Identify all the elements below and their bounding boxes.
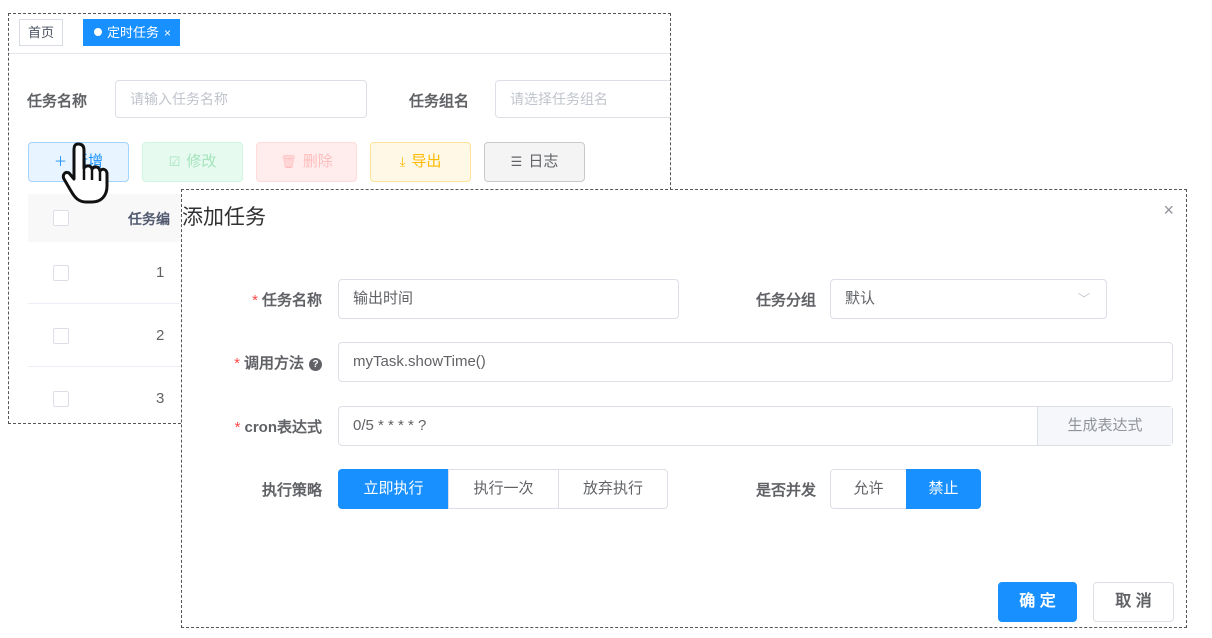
required-mark: * [234,419,241,436]
row-checkbox[interactable] [53,328,69,344]
cancel-button[interactable]: 取 消 [1093,582,1174,622]
export-button-label: 导出 [411,153,442,170]
concurrent-label-text: 是否并发 [755,482,816,499]
task-name-value: 输出时间 [353,290,414,307]
export-button[interactable]: ⤓ 导出 [370,142,471,182]
cron-expression-input[interactable]: 0/5 * * * * ? 生成表达式 [338,406,1173,446]
task-name-label: * 任务名称 [222,289,322,310]
invoke-target-label: * 调用方法? [202,352,322,373]
policy-immediate-radio[interactable]: 立即执行 [338,469,449,509]
invoke-target-input[interactable]: myTask.showTime() [338,342,1173,382]
search-task-group-label: 任务组名 [409,93,470,110]
tab-active-label: 定时任务 [107,25,160,40]
row-checkbox[interactable] [53,391,69,407]
task-group-label: 任务分组 [716,289,816,310]
log-button[interactable]: ☰ 日志 [484,142,585,182]
chevron-down-icon: ﹀ [1077,292,1090,306]
log-button-label: 日志 [528,153,559,170]
task-group-select[interactable]: 默认 ﹀ [830,279,1107,319]
cron-label-text: cron表达式 [244,419,322,436]
tags-view-bar: 首页 定时任务 × [9,14,670,54]
cron-label: * cron表达式 [202,416,322,437]
task-group-label-text: 任务分组 [755,292,816,309]
generate-cron-button[interactable]: 生成表达式 [1037,407,1172,445]
invoke-target-label-text: 调用方法 [243,355,304,372]
tab-close-icon[interactable]: × [164,26,171,40]
search-task-name-input[interactable]: 请输入任务名称 [115,80,367,118]
close-icon[interactable]: × [1163,200,1174,221]
concurrent-label: 是否并发 [716,479,816,500]
misfire-policy-label-text: 执行策略 [261,482,322,499]
edit-icon: ☑ [168,154,181,169]
required-mark: * [234,355,240,372]
tab-home-label: 首页 [28,25,55,40]
table-header-id: 任务编 [128,211,170,227]
hand-pointer-icon [61,142,109,204]
invoke-target-value: myTask.showTime() [353,353,486,370]
confirm-button[interactable]: 确 定 [998,582,1077,622]
trash-icon: 🗑 [280,154,297,169]
delete-button-label: 删除 [302,153,333,170]
sliders-icon: ☰ [510,154,523,169]
delete-button[interactable]: 🗑 删除 [256,142,357,182]
edit-button[interactable]: ☑ 修改 [142,142,243,182]
required-mark: * [252,292,258,309]
select-all-checkbox[interactable] [53,210,69,226]
task-group-value: 默认 [845,290,876,307]
dialog-title: 添加任务 [182,206,266,229]
row-checkbox[interactable] [53,265,69,281]
concurrent-allow-radio[interactable]: 允许 [830,469,907,509]
tab-scheduled-jobs[interactable]: 定时任务 × [83,19,181,46]
cron-expression-value: 0/5 * * * * ? [353,417,427,434]
active-dot-icon [94,28,102,36]
row-id: 2 [156,327,165,344]
search-task-name-placeholder: 请输入任务名称 [130,91,228,107]
misfire-policy-label: 执行策略 [222,479,322,500]
edit-button-label: 修改 [186,153,217,170]
concurrent-forbid-radio[interactable]: 禁止 [906,469,981,509]
row-id: 3 [156,390,165,407]
tab-home[interactable]: 首页 [19,19,64,46]
search-task-group-select[interactable]: 请选择任务组名 [495,80,670,118]
search-task-group-placeholder: 请选择任务组名 [510,91,608,107]
policy-abandon-radio[interactable]: 放弃执行 [558,469,668,509]
add-job-dialog: 添加任务 × * 任务名称 输出时间 任务分组 默认 ﹀ * 调用方法? myTas… [181,189,1187,628]
question-icon[interactable]: ? [309,358,322,371]
row-id: 1 [156,264,165,281]
search-task-name-label: 任务名称 [27,93,88,110]
task-name-input[interactable]: 输出时间 [338,279,679,319]
task-name-label-text: 任务名称 [261,292,322,309]
download-icon: ⤓ [399,154,406,169]
policy-once-radio[interactable]: 执行一次 [448,469,559,509]
